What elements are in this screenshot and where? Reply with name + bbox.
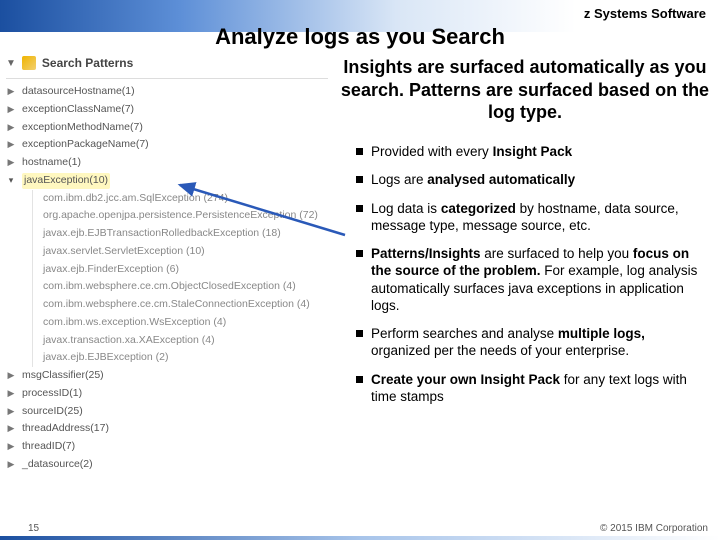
tree-row[interactable]: ▶processID(1)	[6, 385, 328, 403]
tree-row[interactable]: ▶sourceID(25)	[6, 403, 328, 421]
tree-row[interactable]: ▶exceptionPackageName(7)	[6, 136, 328, 154]
bullet-item: Perform searches and analyse multiple lo…	[356, 325, 704, 360]
tree-row[interactable]: ▶_datasource(2)	[6, 456, 328, 474]
search-patterns-header: ▼ Search Patterns	[6, 56, 133, 70]
java-exception-label: javaException(10)	[22, 173, 110, 189]
tree-row[interactable]: ▶threadAddress(17)	[6, 420, 328, 438]
tree-child[interactable]: javax.ejb.EJBTransactionRolledbackExcept…	[43, 225, 328, 243]
tree-row[interactable]: ▶datasourceHostname(1)	[6, 83, 328, 101]
page-number: 15	[28, 523, 39, 534]
chevron-right-icon: ▶	[6, 121, 16, 135]
tree-child[interactable]: com.ibm.ws.exception.WsException (4)	[43, 314, 328, 332]
chevron-right-icon: ▶	[6, 156, 16, 170]
tree-row-expanded[interactable]: ▾ javaException(10)	[6, 172, 328, 190]
bullet-item: Patterns/Insights are surfaced to help y…	[356, 245, 704, 314]
bullet-item: Log data is categorized by hostname, dat…	[356, 200, 704, 235]
tree-children: com.ibm.db2.jcc.am.SqlException (274) or…	[32, 190, 328, 368]
pattern-tree: ▶datasourceHostname(1) ▶exceptionClassNa…	[6, 76, 328, 474]
tree-child[interactable]: javax.ejb.FinderException (6)	[43, 261, 328, 279]
patterns-icon	[22, 56, 36, 70]
chevron-right-icon: ▶	[6, 440, 16, 454]
tree-child[interactable]: javax.transaction.xa.XAException (4)	[43, 332, 328, 350]
bullet-icon	[356, 205, 363, 212]
chevron-right-icon: ▶	[6, 369, 16, 383]
collapse-icon: ▼	[6, 58, 16, 69]
chevron-right-icon: ▶	[6, 103, 16, 117]
slide: z Systems Software Analyze logs as you S…	[0, 0, 720, 540]
tree-row[interactable]: ▶exceptionMethodName(7)	[6, 119, 328, 137]
bullet-icon	[356, 376, 363, 383]
chevron-right-icon: ▶	[6, 458, 16, 472]
copyright: © 2015 IBM Corporation	[600, 523, 708, 534]
chevron-right-icon: ▶	[6, 387, 16, 401]
chevron-right-icon: ▶	[6, 422, 16, 436]
bullet-item: Create your own Insight Pack for any tex…	[356, 371, 704, 406]
bullet-list: Provided with every Insight Pack Logs ar…	[356, 143, 704, 416]
tree-child[interactable]: com.ibm.db2.jcc.am.SqlException (274)	[43, 190, 328, 208]
bullet-item: Provided with every Insight Pack	[356, 143, 704, 160]
bullet-icon	[356, 250, 363, 257]
bullet-icon	[356, 330, 363, 337]
footer-gradient	[0, 536, 720, 540]
brand-label: z Systems Software	[584, 6, 706, 21]
bullet-icon	[356, 176, 363, 183]
panel-header-label: Search Patterns	[42, 56, 133, 70]
tree-row[interactable]: ▶hostname(1)	[6, 154, 328, 172]
subtitle: Insights are surfaced automatically as y…	[340, 56, 710, 124]
tree-child[interactable]: javax.servlet.ServletException (10)	[43, 243, 328, 261]
tree-child[interactable]: org.apache.openjpa.persistence.Persisten…	[43, 207, 328, 225]
tree-child[interactable]: javax.ejb.EJBException (2)	[43, 349, 328, 367]
page-title: Analyze logs as you Search	[0, 24, 720, 50]
tree-row[interactable]: ▶msgClassifier(25)	[6, 367, 328, 385]
chevron-right-icon: ▶	[6, 85, 16, 99]
chevron-right-icon: ▶	[6, 138, 16, 152]
tree-row[interactable]: ▶exceptionClassName(7)	[6, 101, 328, 119]
bullet-item: Logs are analysed automatically	[356, 171, 704, 188]
tree-child[interactable]: com.ibm.websphere.ce.cm.ObjectClosedExce…	[43, 278, 328, 296]
tree-child[interactable]: com.ibm.websphere.ce.cm.StaleConnectionE…	[43, 296, 328, 314]
tree-row[interactable]: ▶threadID(7)	[6, 438, 328, 456]
chevron-right-icon: ▶	[6, 405, 16, 419]
bullet-icon	[356, 148, 363, 155]
chevron-down-icon: ▾	[6, 174, 16, 188]
